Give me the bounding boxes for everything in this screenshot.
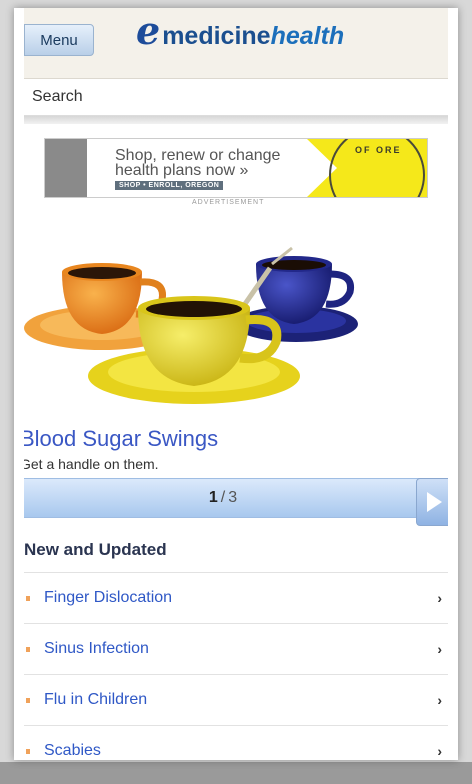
pager-total: 3 bbox=[228, 489, 238, 506]
carousel-title[interactable]: Blood Sugar Swings bbox=[24, 426, 218, 452]
list-item[interactable]: Sinus Infection › bbox=[24, 623, 448, 674]
article-list: Finger Dislocation › Sinus Infection › F… bbox=[24, 572, 448, 760]
header-divider bbox=[24, 116, 448, 124]
bullet-icon bbox=[26, 646, 30, 652]
chevron-right-icon: › bbox=[437, 590, 442, 606]
ad-seal-text: OF ORE bbox=[355, 145, 402, 155]
list-item[interactable]: Scabies › bbox=[24, 725, 448, 760]
chevron-right-icon: › bbox=[437, 743, 442, 759]
bullet-icon bbox=[26, 697, 30, 703]
carousel-subtitle: Get a handle on them. bbox=[24, 456, 159, 472]
menu-button[interactable]: Menu bbox=[24, 24, 94, 56]
list-item-label: Finger Dislocation bbox=[44, 589, 173, 606]
coffee-cups-illustration bbox=[24, 246, 358, 404]
carousel-pager: 1 / 3 bbox=[24, 478, 422, 518]
browser-frame: Menu e medicine health Search Shop, rene… bbox=[14, 8, 458, 760]
bottom-band bbox=[0, 762, 472, 784]
bullet-icon bbox=[26, 595, 30, 601]
section-title: New and Updated bbox=[24, 540, 167, 559]
list-item-label: Sinus Infection bbox=[44, 640, 149, 657]
list-item-label: Flu in Children bbox=[44, 691, 148, 708]
carousel-image[interactable] bbox=[24, 230, 448, 420]
page-viewport: Menu e medicine health Search Shop, rene… bbox=[24, 8, 448, 760]
advertisement-banner[interactable]: Shop, renew or change health plans now »… bbox=[44, 138, 428, 198]
list-item-label: Scabies bbox=[44, 742, 101, 759]
search-input[interactable]: Search bbox=[24, 79, 448, 116]
list-item[interactable]: Flu in Children › bbox=[24, 674, 448, 725]
logo-health: health bbox=[270, 22, 345, 50]
site-logo[interactable]: e medicine health bbox=[136, 12, 344, 51]
logo-medicine: medicine bbox=[162, 22, 271, 50]
ad-headline-2: health plans now » bbox=[115, 162, 249, 179]
logo-e: e bbox=[136, 8, 161, 53]
play-arrow-icon bbox=[427, 492, 442, 512]
chevron-right-icon: › bbox=[437, 641, 442, 657]
site-header: Menu e medicine health bbox=[24, 8, 448, 79]
chevron-right-icon: › bbox=[437, 692, 442, 708]
ad-photo bbox=[45, 139, 87, 197]
pager-current: 1 bbox=[208, 489, 218, 506]
list-item[interactable]: Finger Dislocation › bbox=[24, 572, 448, 623]
ad-label: ADVERTISEMENT bbox=[192, 199, 265, 206]
carousel-next-button[interactable] bbox=[416, 478, 448, 526]
ad-cta: SHOP • ENROLL, OREGON bbox=[115, 181, 224, 190]
search-label: Search bbox=[32, 88, 83, 105]
pager-separator: / bbox=[220, 489, 226, 506]
bullet-icon bbox=[26, 748, 30, 754]
